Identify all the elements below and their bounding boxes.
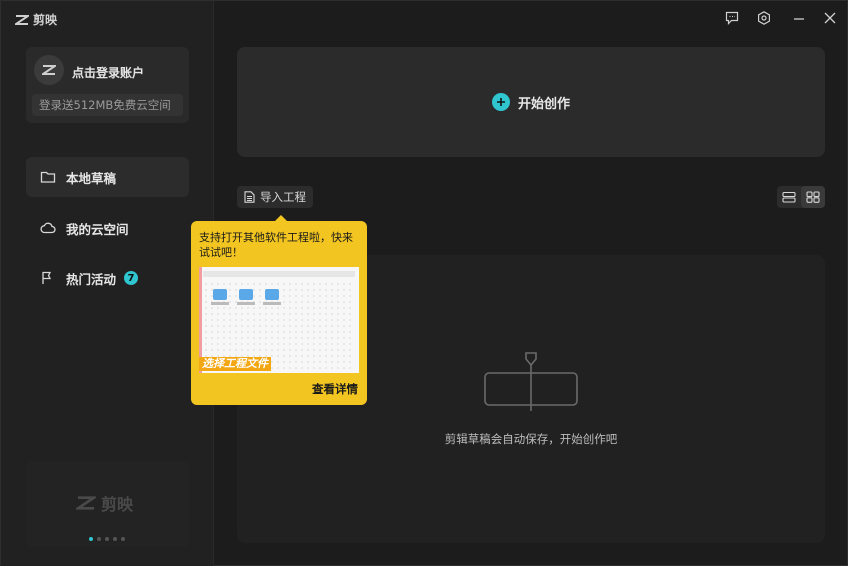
plus-icon xyxy=(491,93,510,111)
import-project-button[interactable]: 导入工程 xyxy=(237,186,313,208)
sidebar-item-events[interactable]: 热门活动 7 xyxy=(26,258,189,298)
carousel-dot[interactable] xyxy=(105,537,109,541)
sidebar: 剪映 点击登录账户 登录送512MB免费云空间 本地草稿 我的云空间 热门活动 … xyxy=(1,1,214,566)
folder-icon xyxy=(213,289,227,300)
minimize-icon xyxy=(794,18,804,20)
folder-icon xyxy=(239,289,253,300)
list-view-button[interactable] xyxy=(777,186,801,208)
capcut-logo-icon xyxy=(42,65,56,75)
sidebar-item-label: 热门活动 xyxy=(66,271,117,287)
folder-icon xyxy=(265,289,279,300)
carousel-dot[interactable] xyxy=(113,537,117,541)
tip-preview-banner: 选择工程文件 xyxy=(199,357,271,371)
view-details-link[interactable]: 查看详情 xyxy=(312,381,358,397)
list-view-icon xyxy=(782,191,796,203)
sidebar-item-local-drafts[interactable]: 本地草稿 xyxy=(26,157,189,197)
promo-logo: 剪映 xyxy=(76,491,133,515)
capcut-logo-icon xyxy=(15,14,29,25)
close-icon xyxy=(824,12,836,24)
feedback-icon xyxy=(725,11,739,25)
carousel-dot[interactable] xyxy=(121,537,125,541)
start-creating-button[interactable]: 开始创作 xyxy=(237,47,825,157)
minimize-button[interactable] xyxy=(791,10,807,26)
tip-preview-image: 选择工程文件 xyxy=(199,267,359,373)
folder-icon xyxy=(40,171,56,183)
carousel-dots xyxy=(89,537,125,541)
empty-timeline-icon xyxy=(484,352,578,411)
view-toggle xyxy=(777,186,825,208)
cloud-icon xyxy=(40,222,56,234)
document-icon xyxy=(244,191,255,203)
close-button[interactable] xyxy=(822,10,838,26)
settings-icon xyxy=(758,11,770,25)
import-tip-popover: 支持打开其他软件工程啦，快来试试吧！ 选择工程文件 查看详情 xyxy=(191,215,367,405)
tip-text: 支持打开其他软件工程啦，快来试试吧！ xyxy=(199,231,353,259)
app-name: 剪映 xyxy=(33,13,58,27)
app-window: 剪映 点击登录账户 登录送512MB免费云空间 本地草稿 我的云空间 热门活动 … xyxy=(0,0,848,566)
promo-banner[interactable]: 剪映 xyxy=(26,461,189,547)
sidebar-item-label: 我的云空间 xyxy=(66,221,129,237)
login-subtitle: 登录送512MB免费云空间 xyxy=(32,94,183,116)
grid-view-icon xyxy=(806,191,820,203)
carousel-dot[interactable] xyxy=(89,537,93,541)
login-card[interactable]: 点击登录账户 登录送512MB免费云空间 xyxy=(26,47,189,123)
sidebar-item-label: 本地草稿 xyxy=(66,170,117,186)
avatar[interactable] xyxy=(34,55,64,85)
app-logo: 剪映 xyxy=(15,11,57,28)
grid-view-button[interactable] xyxy=(801,186,825,208)
start-creating-label: 开始创作 xyxy=(517,96,570,112)
sidebar-item-cloud[interactable]: 我的云空间 xyxy=(26,208,189,248)
carousel-dot[interactable] xyxy=(97,537,101,541)
promo-brand: 剪映 xyxy=(101,495,134,514)
login-title[interactable]: 点击登录账户 xyxy=(72,64,144,81)
notification-badge: 7 xyxy=(124,271,139,285)
import-project-label: 导入工程 xyxy=(260,190,306,204)
flag-icon xyxy=(42,271,52,284)
capcut-logo-icon xyxy=(76,496,96,510)
empty-state-text: 剪辑草稿会自动保存，开始创作吧 xyxy=(444,432,618,446)
feedback-button[interactable] xyxy=(724,10,740,26)
settings-button[interactable] xyxy=(756,10,772,26)
